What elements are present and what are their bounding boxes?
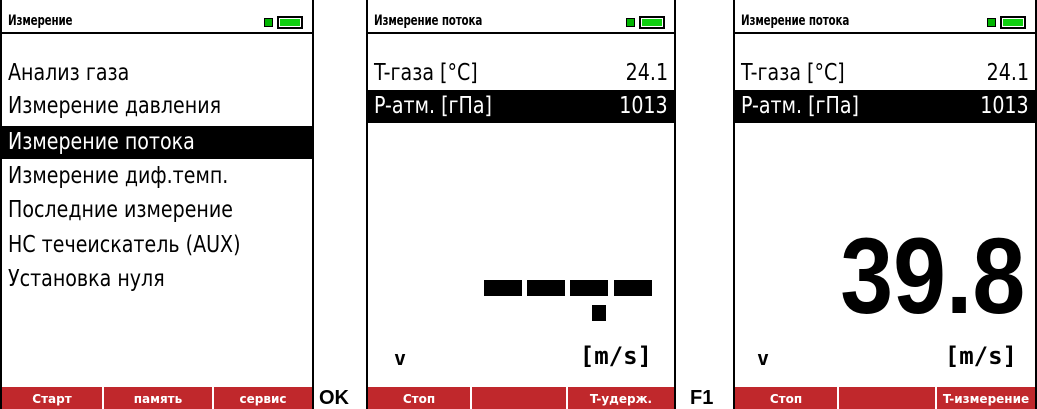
title-bar: Измерение	[2, 12, 312, 34]
softkey-stop[interactable]: Стоп	[735, 387, 839, 409]
softkey-bar: Стоп T-измерение	[735, 387, 1035, 409]
menu-item-zero-setting[interactable]: Установка нуля	[2, 263, 312, 296]
title-bar: Измерение потока	[735, 12, 1035, 34]
velocity-symbol: v	[757, 346, 770, 370]
screen-title: Измерение	[8, 13, 73, 29]
menu-item-gas-analysis[interactable]: Анализ газа	[2, 57, 312, 90]
screen-flow-measurement-idle: Измерение потока T-газа [°C] 24.1 P-атм.…	[366, 0, 676, 409]
menu-item-diff-temp[interactable]: Измерение диф.темп.	[2, 160, 312, 193]
softkey-bar: Старт память сервис	[2, 387, 312, 409]
velocity-unit: [m/s]	[579, 342, 652, 370]
softkey-empty[interactable]	[839, 387, 937, 409]
screen-title: Измерение потока	[741, 13, 850, 29]
row-atm-pressure[interactable]: P-атм. [гПа] 1013	[368, 90, 674, 123]
menu-item-hc-leak-detector[interactable]: HC течеискатель (AUX)	[2, 229, 312, 262]
softkey-t-measure[interactable]: T-измерение	[937, 387, 1035, 409]
battery-icon	[987, 16, 1029, 29]
screen-flow-measurement-active: Измерение потока T-газа [°C] 24.1 P-атм.…	[733, 0, 1037, 409]
menu-item-flow[interactable]: Измерение потока	[2, 126, 312, 159]
battery-icon	[626, 16, 668, 29]
softkey-service[interactable]: сервис	[214, 387, 312, 409]
measurement-value-placeholder	[484, 280, 664, 325]
softkey-start[interactable]: Старт	[2, 387, 104, 409]
row-gas-temperature: T-газа [°C] 24.1	[741, 60, 1029, 86]
velocity-unit: [m/s]	[944, 342, 1017, 370]
menu-item-pressure[interactable]: Измерение давления	[2, 90, 312, 123]
softkey-empty[interactable]	[472, 387, 568, 409]
row-gas-temperature: T-газа [°C] 24.1	[374, 60, 668, 86]
velocity-value: 39.8	[840, 215, 1025, 336]
screen-measurement-menu: Измерение Анализ газа Измерение давления…	[0, 0, 314, 409]
battery-icon	[264, 16, 306, 29]
key-label-f1: F1	[690, 387, 714, 409]
softkey-memory[interactable]: память	[104, 387, 214, 409]
softkey-t-hold[interactable]: T-удерж.	[568, 387, 674, 409]
softkey-stop[interactable]: Стоп	[368, 387, 472, 409]
softkey-bar: Стоп T-удерж.	[368, 387, 674, 409]
row-atm-pressure[interactable]: P-атм. [гПа] 1013	[735, 90, 1035, 123]
title-bar: Измерение потока	[368, 12, 674, 34]
screen-title: Измерение потока	[374, 13, 483, 29]
velocity-symbol: v	[394, 346, 407, 370]
menu-item-last-measurement[interactable]: Последние измерение	[2, 194, 312, 227]
key-label-ok: OK	[319, 387, 349, 409]
